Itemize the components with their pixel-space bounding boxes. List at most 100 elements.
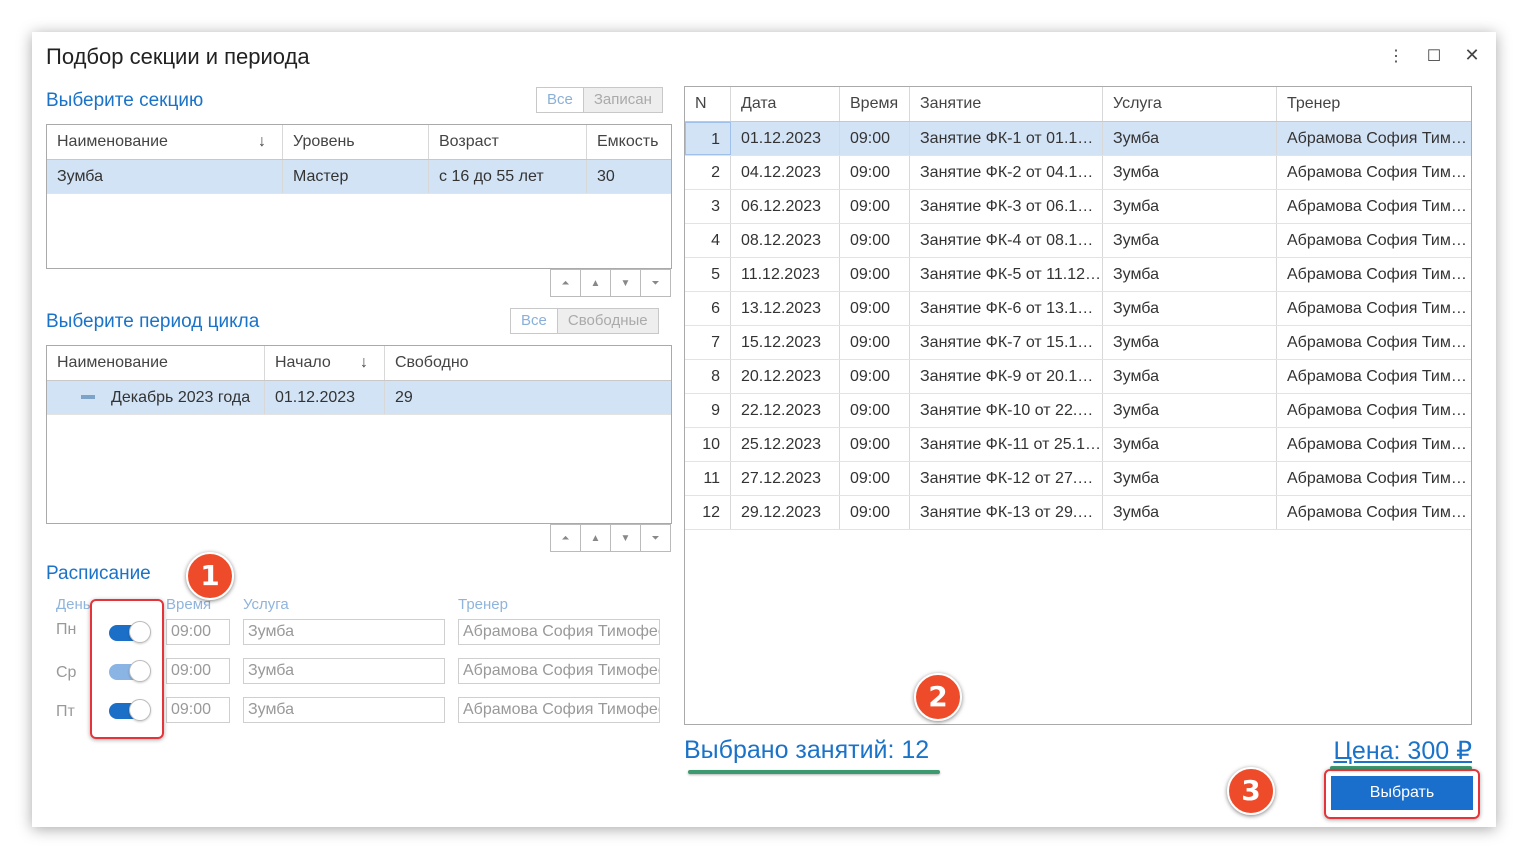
- lesson-service: Зумба: [1103, 224, 1277, 257]
- lessons-col-time[interactable]: Время: [840, 87, 910, 121]
- select-button[interactable]: Выбрать: [1331, 776, 1473, 810]
- table-row[interactable]: 715.12.202309:00Занятие ФК-7 от 15.12.20…: [685, 326, 1471, 360]
- next-row-icon[interactable]: ▼: [610, 269, 641, 297]
- table-row[interactable]: 204.12.202309:00Занятие ФК-2 от 04.12.20…: [685, 156, 1471, 190]
- close-icon[interactable]: ✕: [1462, 45, 1482, 66]
- period-filter-free[interactable]: Свободные: [556, 309, 658, 333]
- lessons-col-date[interactable]: Дата: [731, 87, 840, 121]
- lesson-date: 01.12.2023: [731, 122, 840, 155]
- lessons-grid-header: N Дата Время Занятие Услуга Тренер: [685, 87, 1471, 122]
- trainer-input-fri[interactable]: Абрамова София Тимофеевна: [458, 697, 660, 723]
- lesson-service: Зумба: [1103, 326, 1277, 359]
- table-row[interactable]: 511.12.202309:00Занятие ФК-5 от 11.12.20…: [685, 258, 1471, 292]
- period-filter: Все Свободные: [510, 308, 659, 334]
- lesson-name: Занятие ФК-6 от 13.12.2023: [910, 292, 1103, 325]
- time-input-mon[interactable]: 09:00: [166, 619, 230, 645]
- maximize-icon[interactable]: ☐: [1424, 46, 1444, 66]
- table-row[interactable]: 408.12.202309:00Занятие ФК-4 от 08.12.20…: [685, 224, 1471, 258]
- lesson-date: 15.12.2023: [731, 326, 840, 359]
- lesson-trainer: Абрамова София Тимофеевна: [1287, 334, 1469, 351]
- table-row[interactable]: Декабрь 2023 года 01.12.2023 29: [47, 381, 671, 415]
- table-row[interactable]: 613.12.202309:00Занятие ФК-6 от 13.12.20…: [685, 292, 1471, 326]
- prev-row-icon[interactable]: ▲: [580, 524, 611, 552]
- lesson-trainer: Абрамова София Тимофеевна: [1287, 402, 1469, 419]
- lessons-col-lesson[interactable]: Занятие: [910, 87, 1103, 121]
- lesson-time: 09:00: [840, 156, 910, 189]
- time-input-fri[interactable]: 09:00: [166, 697, 230, 723]
- period-col-free[interactable]: Свободно: [385, 346, 671, 380]
- schedule-col-day: День: [56, 596, 91, 613]
- period-filter-all[interactable]: Все: [511, 309, 557, 333]
- first-row-icon[interactable]: ⏶: [550, 269, 581, 297]
- section-col-level[interactable]: Уровень: [283, 125, 429, 159]
- lesson-time: 09:00: [840, 122, 910, 155]
- schedule-col-service: Услуга: [243, 596, 289, 613]
- section-col-capacity[interactable]: Емкость: [587, 125, 671, 159]
- section-nav-buttons: ⏶ ▲ ▼ ⏷: [550, 269, 671, 297]
- lesson-trainer: Абрамова София Тимофеевна: [1287, 164, 1469, 181]
- toggles-highlight-frame: [90, 599, 164, 739]
- table-row[interactable]: 820.12.202309:00Занятие ФК-9 от 20.12.20…: [685, 360, 1471, 394]
- lesson-time: 09:00: [840, 258, 910, 291]
- service-input-wed[interactable]: Зумба: [243, 658, 445, 684]
- lesson-name: Занятие ФК-2 от 04.12.2023: [910, 156, 1103, 189]
- table-row[interactable]: 10 25.12.2023 09:00 Занятие ФК-11 от 25.12.…: [685, 428, 1471, 462]
- lesson-name: Занятие ФК-4 от 08.12.2023: [910, 224, 1103, 257]
- lesson-service: Зумба: [1103, 122, 1277, 155]
- last-row-icon[interactable]: ⏷: [640, 524, 671, 552]
- lesson-date: 08.12.2023: [731, 224, 840, 257]
- lesson-trainer: Абрамова София Тимофеевна: [1287, 130, 1469, 147]
- lesson-n: 9: [685, 394, 731, 427]
- lessons-col-service[interactable]: Услуга: [1103, 87, 1277, 121]
- window-title: Подбор секции и периода: [46, 44, 310, 69]
- lesson-name: Занятие ФК-5 от 11.12.2023: [910, 258, 1103, 291]
- lesson-trainer: Абрамова София Тимофеевна: [1287, 470, 1469, 487]
- lessons-col-trainer[interactable]: Тренер: [1277, 87, 1469, 121]
- lesson-time: 09:00: [840, 360, 910, 393]
- lesson-n: 2: [685, 156, 731, 189]
- dialog-window: Подбор секции и периода ⋮ ☐ ✕ Выберите с…: [32, 32, 1496, 827]
- lesson-date: 11.12.2023: [731, 258, 840, 291]
- lesson-n: 12: [685, 496, 731, 529]
- lesson-date: 22.12.2023: [731, 394, 840, 427]
- lesson-time: 09:00: [840, 394, 910, 427]
- lesson-n: 3: [685, 190, 731, 223]
- price-link[interactable]: Цена: 300 ₽: [1333, 736, 1472, 766]
- table-row[interactable]: 922.12.202309:00Занятие ФК-10 от 22.12.2…: [685, 394, 1471, 428]
- prev-row-icon[interactable]: ▲: [580, 269, 611, 297]
- section-col-age[interactable]: Возраст: [429, 125, 587, 159]
- section-col-name[interactable]: Наименование ↓: [47, 125, 283, 159]
- lesson-time: 09:00: [840, 224, 910, 257]
- section-filter-enrolled[interactable]: Записан: [582, 88, 662, 112]
- section-filter-all[interactable]: Все: [537, 88, 583, 112]
- period-col-start[interactable]: Начало ↓: [265, 346, 385, 380]
- table-row[interactable]: 11 27.12.2023 09:00 Занятие ФК-12 от 27.12.…: [685, 462, 1471, 496]
- schedule-day-mon: Пн: [56, 621, 77, 638]
- trainer-input-wed[interactable]: Абрамова София Тимофеевна: [458, 658, 660, 684]
- time-input-wed[interactable]: 09:00: [166, 658, 230, 684]
- lesson-trainer: Абрамова София Тимофеевна: [1287, 198, 1469, 215]
- period-col-name[interactable]: Наименование: [47, 346, 265, 380]
- lesson-date: 29.12.2023: [731, 496, 840, 529]
- service-input-mon[interactable]: Зумба: [243, 619, 445, 645]
- next-row-icon[interactable]: ▼: [610, 524, 641, 552]
- lesson-time: 09:00: [840, 190, 910, 223]
- table-row[interactable]: 306.12.202309:00Занятие ФК-3 от 06.12.20…: [685, 190, 1471, 224]
- more-options-icon[interactable]: ⋮: [1386, 46, 1406, 66]
- lessons-grid: N Дата Время Занятие Услуга Тренер 1 01.1…: [684, 86, 1472, 725]
- period-nav-buttons: ⏶ ▲ ▼ ⏷: [550, 524, 671, 552]
- table-row[interactable]: 101.12.202309:00Занятие ФК-1 от 01.12.20…: [685, 122, 1471, 156]
- service-input-fri[interactable]: Зумба: [243, 697, 445, 723]
- lesson-service: Зумба: [1103, 496, 1277, 529]
- annotation-badge-2: 2: [914, 673, 962, 721]
- lesson-n: 7: [685, 326, 731, 359]
- schedule-heading: Расписание: [46, 563, 151, 584]
- last-row-icon[interactable]: ⏷: [640, 269, 671, 297]
- collapse-icon[interactable]: [81, 395, 95, 399]
- table-row[interactable]: 12 29.12.2023 09:00 Занятие ФК-13 от 29.12.…: [685, 496, 1471, 530]
- lessons-col-n[interactable]: N: [685, 87, 731, 121]
- trainer-input-mon[interactable]: Абрамова София Тимофеевна: [458, 619, 660, 645]
- first-row-icon[interactable]: ⏶: [550, 524, 581, 552]
- table-row[interactable]: Зумба Мастер с 16 до 55 лет 30: [47, 160, 671, 194]
- lessons-rows: 101.12.202309:00Занятие ФК-1 от 01.12.20…: [685, 122, 1471, 530]
